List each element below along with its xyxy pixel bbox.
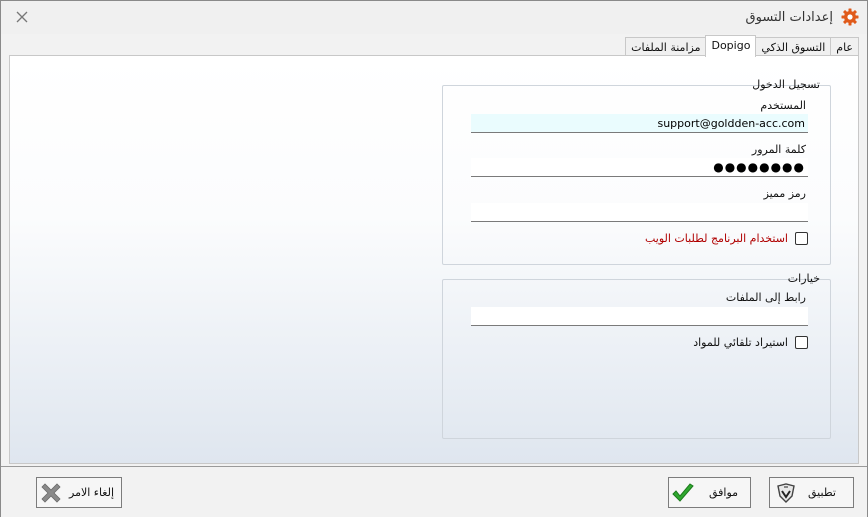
close-icon: [16, 11, 28, 23]
login-group: تسجيل الدخول المستخدم كلمة المرور رمز مم…: [442, 78, 831, 265]
web-orders-label: استخدام البرنامج لطلبات الويب: [644, 232, 788, 245]
cancel-button[interactable]: إلغاء الامر: [36, 477, 122, 508]
files-link-label: رابط إلى الملفات: [725, 291, 806, 304]
tab-file-sync[interactable]: مزامنة الملفات: [625, 37, 707, 57]
tab-content-panel: تسجيل الدخول المستخدم كلمة المرور رمز مم…: [9, 55, 859, 464]
title-bar: إعدادات التسوق: [1, 1, 867, 34]
auto-import-option[interactable]: استيراد تلقائي للمواد: [693, 336, 808, 349]
ok-label: موافق: [709, 486, 739, 499]
login-group-title: تسجيل الدخول: [752, 78, 820, 91]
tab-strip: عام التسوق الذكي Dopigo مزامنة الملفات: [9, 34, 859, 57]
apply-button[interactable]: تطبيق: [769, 477, 854, 508]
token-field[interactable]: [471, 203, 808, 222]
options-group-title: خيارات: [787, 272, 820, 285]
password-field[interactable]: [471, 158, 808, 177]
tab-general[interactable]: عام: [830, 37, 859, 57]
web-orders-checkbox[interactable]: [795, 232, 808, 245]
auto-import-label: استيراد تلقائي للمواد: [693, 336, 788, 349]
username-label: المستخدم: [760, 99, 806, 112]
cancel-label: إلغاء الامر: [69, 486, 115, 499]
settings-window: إعدادات التسوق عام التسوق الذكي Dopigo م…: [0, 0, 868, 517]
cancel-x-icon: [39, 481, 63, 505]
options-group: خيارات رابط إلى الملفات استيراد تلقائي ل…: [442, 272, 831, 439]
tab-dopigo[interactable]: Dopigo: [705, 35, 757, 57]
window-title: إعدادات التسوق: [745, 10, 833, 25]
password-label: كلمة المرور: [751, 143, 806, 156]
web-orders-option[interactable]: استخدام البرنامج لطلبات الويب: [645, 232, 808, 245]
tab-smart-shopping[interactable]: التسوق الذكي: [755, 37, 832, 57]
apply-label: تطبيق: [808, 486, 836, 499]
shield-icon: [774, 481, 798, 505]
auto-import-checkbox[interactable]: [795, 336, 808, 349]
dialog-footer: تطبيق موافق إلغاء الامر: [1, 466, 867, 517]
checkmark-icon: [671, 481, 695, 505]
username-field[interactable]: [471, 114, 808, 133]
ok-button[interactable]: موافق: [668, 477, 751, 508]
files-link-field[interactable]: [471, 307, 808, 326]
close-button[interactable]: [11, 6, 33, 28]
token-label: رمز مميز: [763, 187, 806, 200]
gear-icon: [841, 8, 859, 26]
